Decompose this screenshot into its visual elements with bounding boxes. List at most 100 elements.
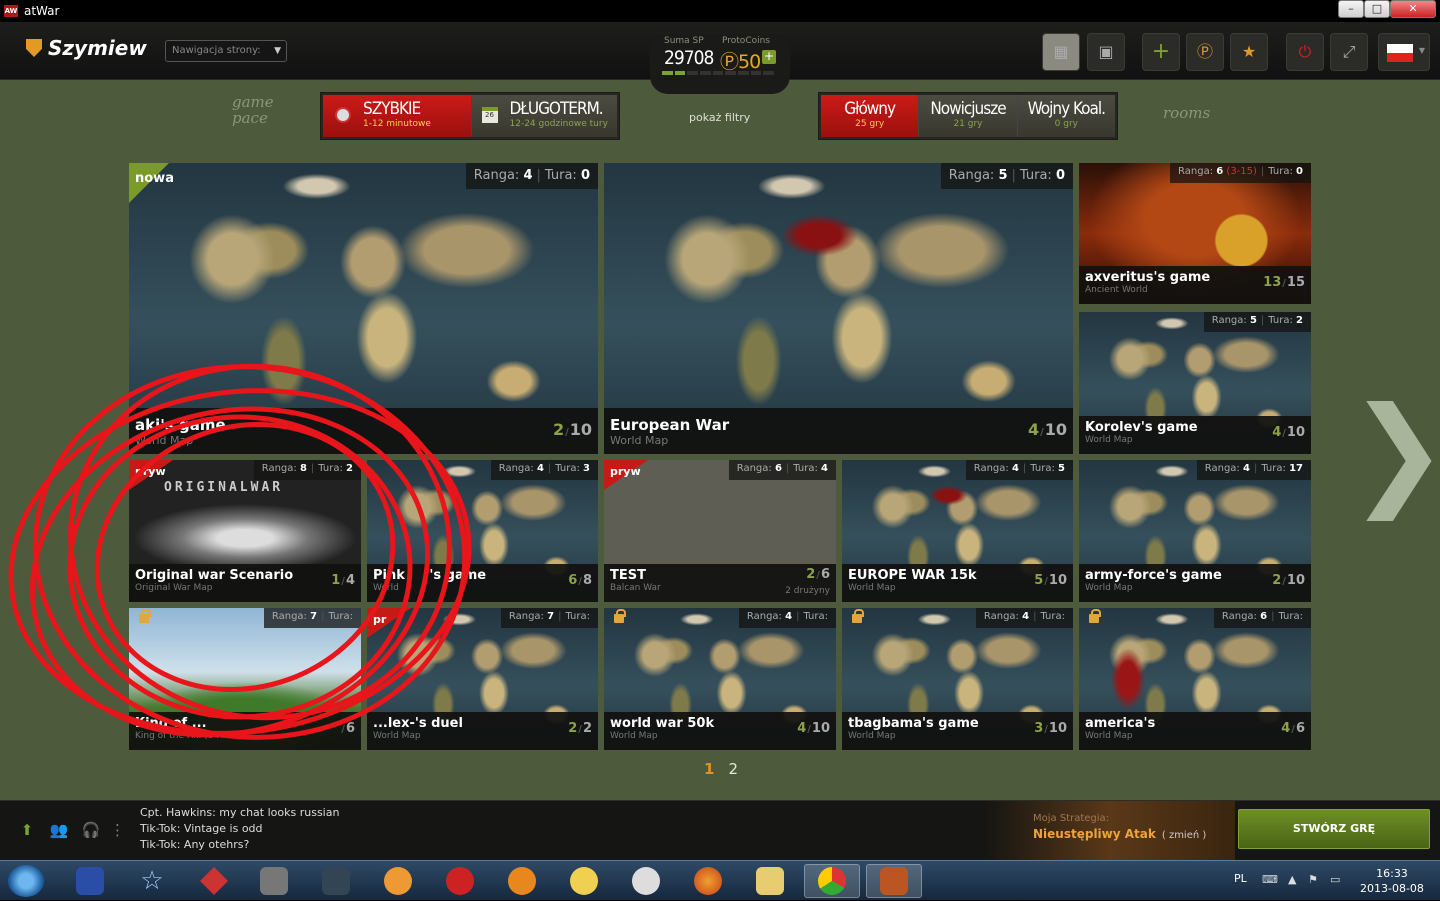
game-card[interactable]: Ranga: 6 | Tura: america's World Map 4/6 bbox=[1079, 608, 1311, 750]
add-icon[interactable]: + bbox=[1142, 33, 1180, 71]
players-joined: 5 bbox=[1034, 573, 1044, 588]
maximize-button[interactable]: □ bbox=[1364, 0, 1390, 18]
player-count: 4/10 bbox=[1027, 420, 1067, 439]
game-stats: Ranga: 6 | Tura: bbox=[1213, 608, 1311, 628]
folder-icon[interactable] bbox=[742, 864, 798, 898]
grid-view-icon[interactable]: ▦ bbox=[1042, 33, 1080, 71]
room-coalition-tab[interactable]: Wojny Koal. 0 gry bbox=[1017, 95, 1115, 137]
rank-value: 6 bbox=[1216, 166, 1224, 177]
tray-expand-icon[interactable]: ▲ bbox=[1288, 874, 1300, 886]
close-button[interactable]: ✕ bbox=[1390, 0, 1436, 18]
game-card[interactable]: Ranga: 4 | Tura: 5 EUROPE WAR 15k World Ma… bbox=[842, 460, 1073, 602]
taskbar-app-1[interactable] bbox=[62, 864, 118, 898]
game-card[interactable]: Ranga: 4 | Tura: tbagbama's game World Map… bbox=[842, 608, 1073, 750]
players-icon[interactable]: 👥 bbox=[48, 819, 70, 841]
navigation-select[interactable]: Nawigacja strony: ▼ bbox=[165, 40, 287, 62]
chat-scroll-handle[interactable]: ⋮ bbox=[110, 819, 125, 841]
star-medal-icon[interactable]: ★ bbox=[1230, 33, 1268, 71]
keyboard-icon[interactable]: ⌨ bbox=[1262, 874, 1278, 886]
clock-time: 16:33 bbox=[1376, 867, 1408, 880]
language-indicator[interactable]: PL bbox=[1234, 872, 1247, 885]
page-link[interactable]: 2 bbox=[728, 760, 738, 778]
game-map: World Map bbox=[1085, 731, 1133, 741]
game-footer: European War World Map 4/10 bbox=[604, 408, 1073, 454]
power-icon[interactable]: ⏻ bbox=[1286, 33, 1324, 71]
room-main-tab[interactable]: Główny 25 gry bbox=[821, 95, 920, 137]
rank-label: Ranga: bbox=[473, 168, 520, 183]
atwar-taskbar-icon[interactable] bbox=[866, 864, 922, 898]
game-stats: Ranga: 4 | Tura: 0 bbox=[465, 163, 598, 189]
turn-label: Tura: bbox=[544, 168, 577, 183]
pace-long-button[interactable]: 26 DŁUGOTERM. 12-24 godzinowe tury bbox=[471, 95, 617, 137]
teams-count: 2 drużyny bbox=[785, 586, 830, 596]
clock-icon bbox=[335, 107, 351, 123]
game-card[interactable]: pryw Ranga: 6 | Tura: 4 TEST Balcan War 2/… bbox=[604, 460, 836, 602]
fullscreen-icon[interactable]: ⤢ bbox=[1330, 33, 1368, 71]
rank-range: (3-15) bbox=[1226, 166, 1257, 177]
headphones-icon[interactable]: 🎧 bbox=[80, 819, 102, 841]
language-select[interactable]: ▼ bbox=[1378, 33, 1430, 71]
lock-icon bbox=[614, 609, 626, 623]
map-view-icon[interactable]: ▣ bbox=[1087, 33, 1125, 71]
players-max: 10 bbox=[1286, 425, 1305, 440]
taskbar-app-7[interactable] bbox=[432, 864, 488, 898]
score-panel: Suma SP ProtoCoins 29708 Ⓟ50 + bbox=[650, 34, 790, 94]
minimize-button[interactable]: – bbox=[1338, 0, 1364, 18]
show-filters-link[interactable]: pokaż filtry bbox=[689, 111, 750, 124]
game-card[interactable]: Ranga: 4 | Tura: world war 50k World Map 4… bbox=[604, 608, 836, 750]
start-button[interactable] bbox=[8, 865, 44, 897]
room-coalition-count: 0 gry bbox=[1054, 119, 1078, 129]
clock[interactable]: 16:33 2013-08-08 bbox=[1360, 866, 1424, 896]
page-current[interactable]: 1 bbox=[704, 760, 714, 778]
poland-flag-icon bbox=[1387, 44, 1413, 62]
chrome-icon[interactable] bbox=[804, 864, 860, 898]
chevron-down-icon: ▼ bbox=[274, 46, 281, 56]
game-name: TEST bbox=[610, 568, 646, 583]
firefox-icon[interactable] bbox=[680, 864, 736, 898]
room-novice-tab[interactable]: Nowicjusze 21 gry bbox=[919, 95, 1018, 137]
create-game-button[interactable]: STWÓRZ GRĘ bbox=[1238, 809, 1430, 849]
game-footer: EUROPE WAR 15k World Map 5/10 bbox=[842, 564, 1073, 602]
user-logo[interactable]: Szymiew bbox=[26, 36, 147, 60]
pc-label: ProtoCoins bbox=[722, 36, 770, 46]
game-map: World Map bbox=[610, 434, 669, 447]
taskbar-app-3[interactable] bbox=[186, 864, 242, 898]
room-coalition-title: Wojny Koal. bbox=[1027, 99, 1106, 119]
turn-label: Tura: bbox=[793, 463, 818, 474]
blender-icon[interactable] bbox=[494, 864, 550, 898]
turn-label: Tura: bbox=[1019, 168, 1052, 183]
flag-icon[interactable]: ⚑ bbox=[1308, 874, 1320, 886]
add-protocoins-button[interactable]: + bbox=[762, 50, 776, 64]
new-tag-label: nowa bbox=[135, 171, 174, 186]
rank-label: Ranga: bbox=[983, 611, 1019, 622]
game-card[interactable]: Ranga: 4 | Tura: 17 army-force's game Worl… bbox=[1079, 460, 1311, 602]
taskbar-app-4[interactable] bbox=[246, 864, 302, 898]
protocoin-icon[interactable]: Ⓟ bbox=[1186, 33, 1224, 71]
window-titlebar: AW atWar – □ ✕ bbox=[0, 0, 1440, 22]
game-stats: Ranga: 5 | Tura: 2 bbox=[1203, 312, 1311, 332]
lightbulb-icon[interactable] bbox=[556, 864, 612, 898]
players-max: 10 bbox=[1048, 721, 1067, 736]
taskbar-app-2[interactable]: ☆ bbox=[124, 864, 180, 898]
pace-fast-button[interactable]: SZYBKIE 1-12 minutowe bbox=[323, 95, 472, 137]
players-joined: 4 bbox=[797, 721, 807, 736]
taskbar-app-5[interactable] bbox=[308, 864, 364, 898]
game-card[interactable]: Ranga: 5 | Tura: 0 European War World Map … bbox=[604, 163, 1073, 454]
next-page-arrow[interactable]: ❯ bbox=[1348, 392, 1440, 512]
rank-label: Ranga: bbox=[1204, 463, 1240, 474]
arrow-up-icon[interactable]: ⬆ bbox=[16, 819, 38, 841]
game-stats: Ranga: 6 (3-15) | Tura: 0 bbox=[1170, 163, 1311, 183]
windows-taskbar: ☆ PL ⌨ ▲ ⚑ ▭ 16:33 2013-08-08 bbox=[0, 860, 1440, 900]
rank-value: 4 bbox=[1022, 611, 1030, 622]
taskbar-app-6[interactable] bbox=[370, 864, 426, 898]
taskbar-app-10[interactable] bbox=[618, 864, 674, 898]
game-stats: Ranga: 4 | Tura: bbox=[975, 608, 1073, 628]
change-strategy-link[interactable]: ( zmień ) bbox=[1162, 830, 1206, 841]
network-icon[interactable]: ▭ bbox=[1330, 874, 1342, 886]
game-card[interactable]: Ranga: 5 | Tura: 2 Korolev's game World Ma… bbox=[1079, 312, 1311, 454]
players-max: 10 bbox=[1044, 420, 1067, 439]
game-pace-filter: SZYBKIE 1-12 minutowe 26 DŁUGOTERM. 12-2… bbox=[320, 92, 620, 140]
game-card[interactable]: Ranga: 6 (3-15) | Tura: 0 axveritus's game… bbox=[1079, 163, 1311, 304]
player-count: 4/10 bbox=[797, 721, 830, 736]
chevron-down-icon: ▼ bbox=[1418, 46, 1425, 55]
